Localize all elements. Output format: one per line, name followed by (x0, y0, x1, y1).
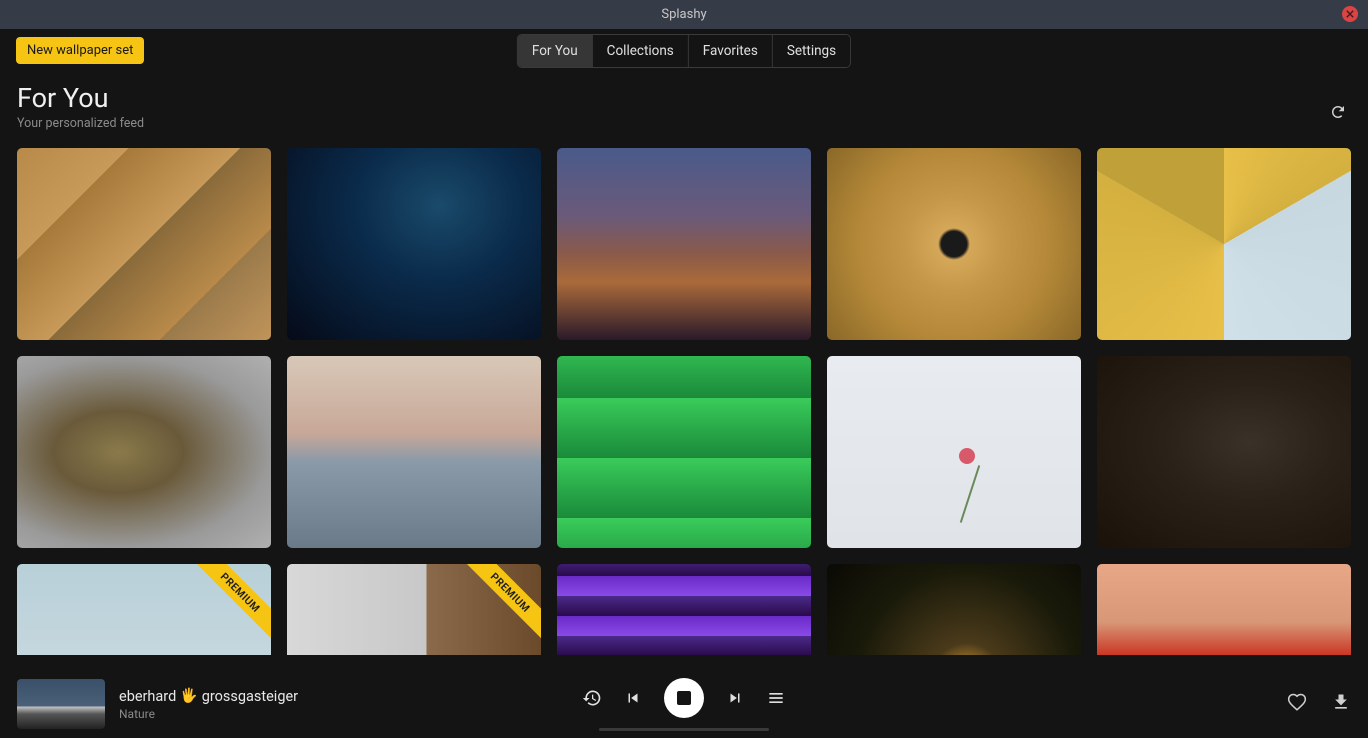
tab-favorites[interactable]: Favorites (689, 35, 773, 67)
wallpaper-thumb (1097, 356, 1351, 548)
tab-for-you[interactable]: For You (518, 35, 593, 67)
player-actions (1287, 692, 1351, 716)
wallpaper-card-toad[interactable] (17, 356, 271, 548)
wallpaper-thumb (1097, 564, 1351, 655)
player-thumbnail[interactable] (17, 679, 105, 729)
wallpaper-card-rose-minimal[interactable] (827, 356, 1081, 548)
wallpaper-thumb (827, 148, 1081, 340)
wallpaper-card-people-pool-sunset[interactable] (287, 356, 541, 548)
titlebar: Splashy (0, 0, 1368, 29)
wallpaper-card-purple-neon-tunnel[interactable] (557, 564, 811, 655)
close-button[interactable] (1342, 6, 1358, 22)
wallpaper-card-forest-sunlight[interactable] (827, 564, 1081, 655)
wallpaper-card-building-corner[interactable]: PREMIUM (287, 564, 541, 655)
wallpaper-card-dome-ceiling[interactable] (827, 148, 1081, 340)
wallpaper-thumb (17, 148, 271, 340)
wallpaper-grid: PREMIUMPREMIUM (0, 135, 1368, 655)
wallpaper-card-red-grass-sunset[interactable] (1097, 564, 1351, 655)
wallpaper-card-wood-panels[interactable] (17, 148, 271, 340)
player-title-suffix: grossgasteiger (202, 688, 298, 705)
topbar: New wallpaper set For You Collections Fa… (0, 29, 1368, 72)
hand-emoji-icon: 🖐 (180, 688, 197, 704)
wallpaper-card-night-sky-mountain[interactable] (287, 148, 541, 340)
player-subtitle: Nature (119, 707, 298, 721)
wallpaper-card-city-skyline-dusk[interactable] (557, 148, 811, 340)
player-title-prefix: eberhard (119, 688, 176, 705)
next-button[interactable] (726, 689, 744, 707)
close-icon (1346, 10, 1354, 18)
wallpaper-thumb (1097, 148, 1351, 340)
heart-icon (1287, 692, 1307, 712)
page-header: For You Your personalized feed (0, 72, 1368, 135)
refresh-icon (1329, 103, 1347, 121)
tab-settings[interactable]: Settings (773, 35, 850, 67)
wallpaper-card-green-staircase[interactable] (557, 356, 811, 548)
favorite-button[interactable] (1287, 692, 1307, 716)
wallpaper-thumb (557, 564, 811, 655)
tab-group: For You Collections Favorites Settings (517, 34, 851, 68)
page-subtitle: Your personalized feed (17, 116, 144, 131)
wallpaper-card-cube-houses[interactable] (1097, 148, 1351, 340)
queue-button[interactable] (766, 688, 786, 708)
new-wallpaper-button[interactable]: New wallpaper set (16, 37, 144, 64)
progress-bar[interactable] (599, 728, 769, 731)
stop-icon (677, 691, 691, 705)
queue-icon (766, 688, 786, 708)
stop-button[interactable] (664, 678, 704, 718)
skip-previous-icon (624, 689, 642, 707)
player-title: eberhard 🖐 grossgasteiger (119, 688, 298, 705)
wallpaper-thumb (827, 356, 1081, 548)
wallpaper-thumb (287, 356, 541, 548)
tab-collections[interactable]: Collections (593, 35, 689, 67)
wallpaper-card-monkey[interactable] (1097, 356, 1351, 548)
player-info: eberhard 🖐 grossgasteiger Nature (119, 688, 298, 721)
window-title: Splashy (661, 7, 706, 22)
wallpaper-thumb (827, 564, 1081, 655)
previous-button[interactable] (624, 689, 642, 707)
wallpaper-card-landscape-sky[interactable]: PREMIUM (17, 564, 271, 655)
skip-next-icon (726, 689, 744, 707)
wallpaper-thumb (17, 356, 271, 548)
history-icon (582, 688, 602, 708)
wallpaper-thumb (557, 356, 811, 548)
download-icon (1331, 692, 1351, 712)
history-button[interactable] (582, 688, 602, 708)
wallpaper-thumb (557, 148, 811, 340)
wallpaper-thumb (287, 148, 541, 340)
player-bar: eberhard 🖐 grossgasteiger Nature (0, 670, 1368, 738)
page-title: For You (17, 82, 144, 114)
refresh-button[interactable] (1325, 99, 1351, 129)
player-controls (582, 678, 786, 731)
download-button[interactable] (1331, 692, 1351, 716)
